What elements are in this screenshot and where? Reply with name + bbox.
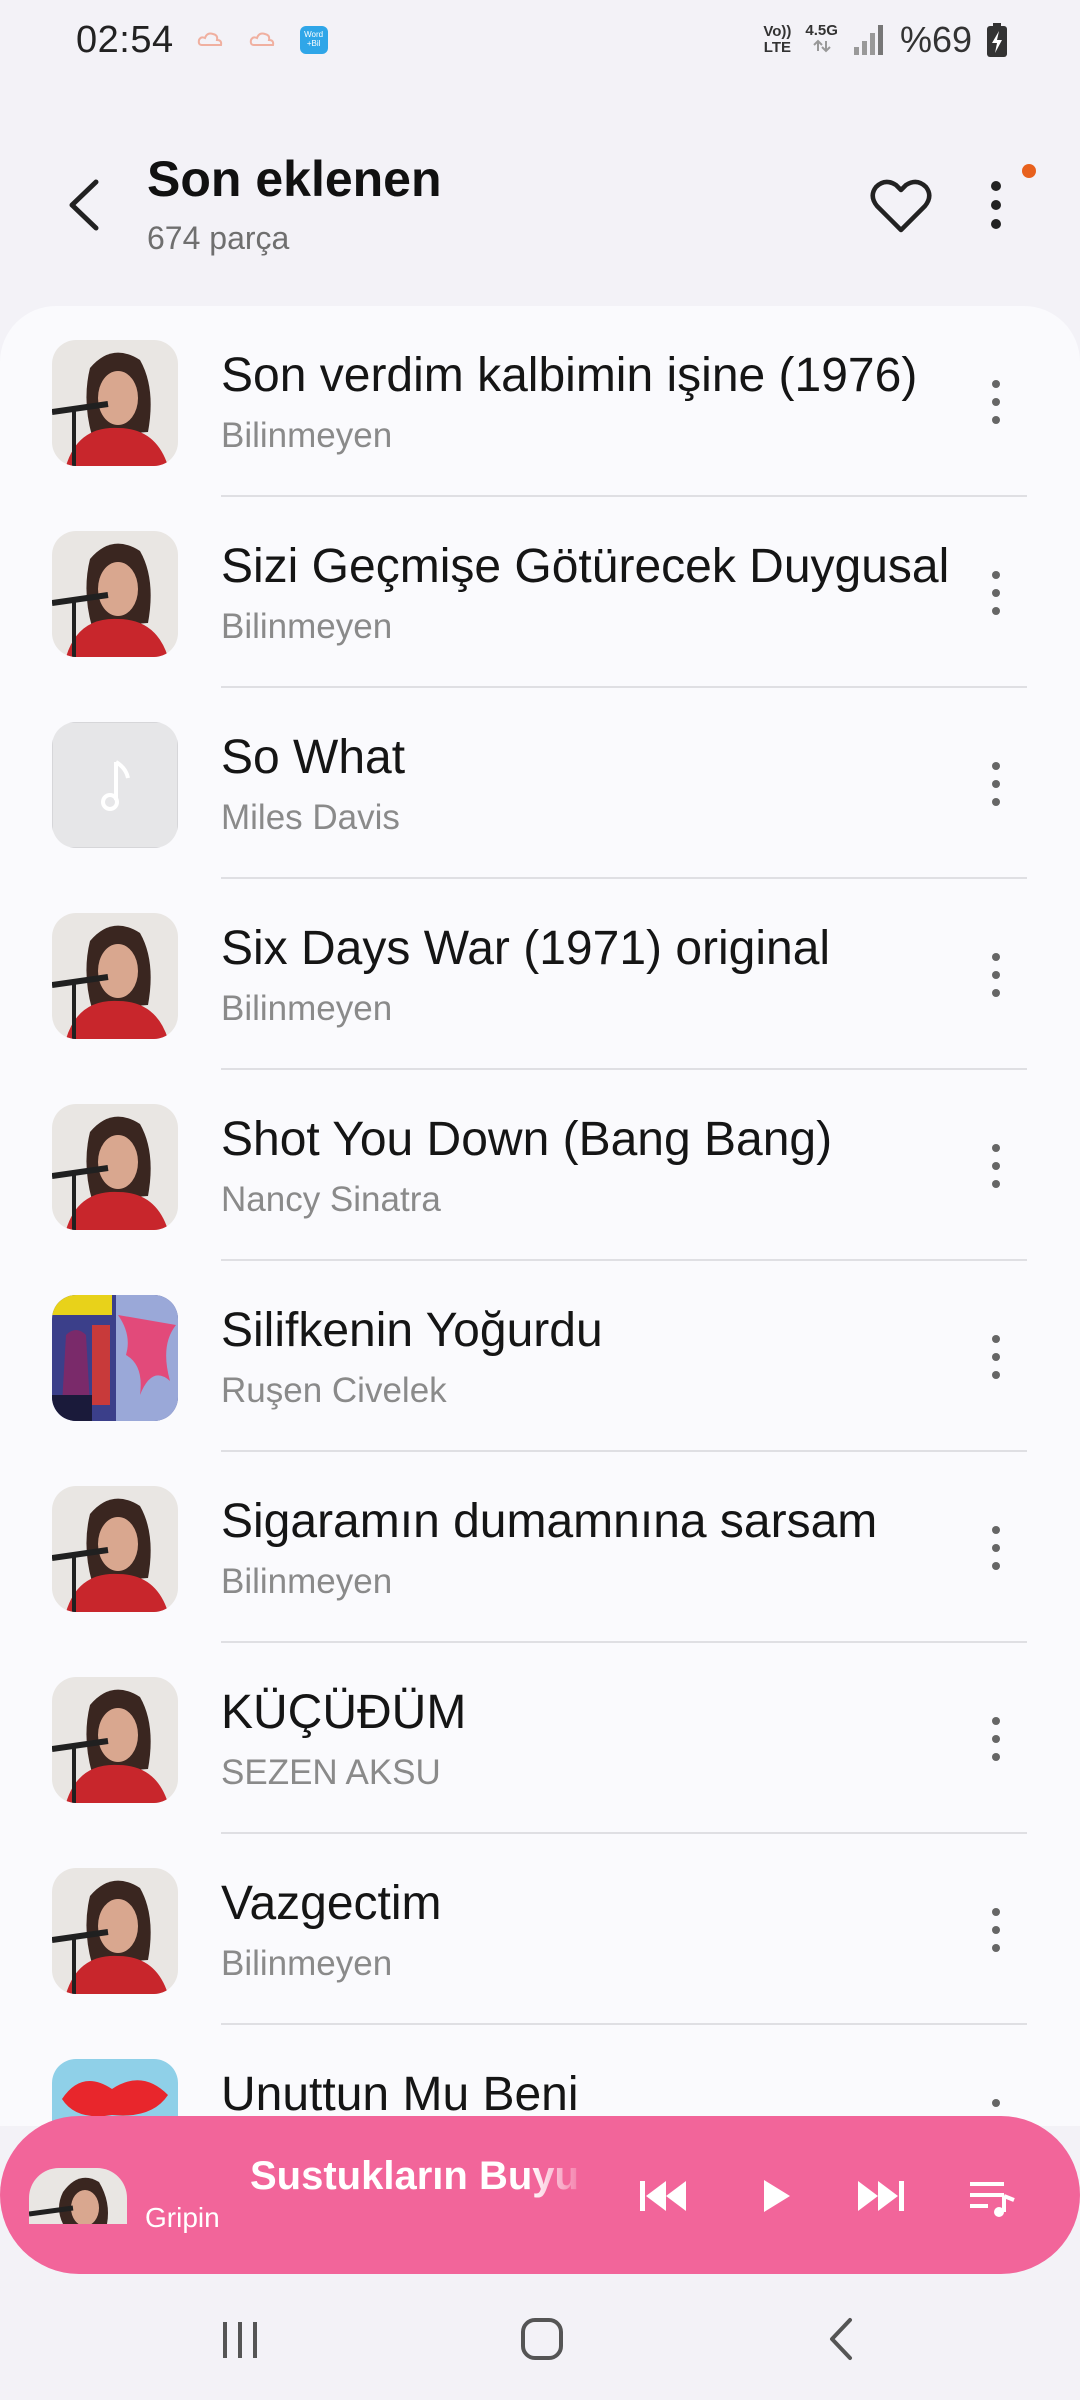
track-artist: Bilinmeyen (221, 1944, 393, 1983)
track-item[interactable]: Six Days War (1971) original Bilinmeyen (0, 879, 1080, 1070)
track-item[interactable]: Sizi Geçmişe Götürecek Duygusal Bilinmey… (0, 497, 1080, 688)
wordbit-label-1: Word (304, 30, 324, 39)
cloud-notification-icon (249, 32, 274, 46)
play-icon[interactable] (744, 2166, 804, 2226)
queue-icon[interactable] (962, 2166, 1022, 2226)
data-arrows-icon (812, 39, 831, 53)
track-item[interactable]: KÜÇÜĐÜM SEZEN AKSU (0, 1643, 1080, 1834)
track-item[interactable]: So What Miles Davis (0, 688, 1080, 879)
track-artist: Nancy Sinatra (221, 1180, 441, 1219)
vertical-dots-icon[interactable] (976, 1900, 1016, 1960)
vertical-dots-icon[interactable] (976, 563, 1016, 623)
previous-icon[interactable] (632, 2166, 692, 2226)
track-item[interactable]: Sigaramın dumamnına sarsam Bilinmeyen (0, 1452, 1080, 1643)
system-nav-bar (0, 2274, 1080, 2400)
track-item[interactable]: Silifkenin Yoğurdu Ruşen Civelek (0, 1261, 1080, 1452)
wordbit-label-2: +Bil (306, 39, 321, 48)
track-title: Shot You Down (Bang Bang) (221, 1113, 833, 1166)
album-art-portrait (52, 1677, 178, 1803)
track-title: Son verdim kalbimin işine (1976) (221, 349, 918, 402)
track-item[interactable]: Unuttun Mu Beni (0, 2025, 1080, 2126)
volte-line-2: LTE (763, 39, 791, 56)
album-art-portrait (52, 1868, 178, 1994)
track-title: So What (221, 731, 406, 784)
track-title: Sizi Geçmişe Götürecek Duygusal (221, 540, 950, 593)
track-artist: Bilinmeyen (221, 989, 393, 1028)
music-note-placeholder-icon (52, 722, 178, 848)
page-title: Son eklenen (147, 151, 442, 207)
vertical-dots-icon[interactable] (976, 170, 1016, 240)
vertical-dots-icon[interactable] (976, 1518, 1016, 1578)
title-fade (530, 2146, 590, 2206)
status-right: Vo)) LTE 4.5G %69 (763, 19, 1008, 61)
track-artist: SEZEN AKSU (221, 1753, 441, 1792)
vertical-dots-icon[interactable] (976, 754, 1016, 814)
vertical-dots-icon[interactable] (976, 1327, 1016, 1387)
signal-icon (853, 25, 883, 55)
vertical-dots-icon[interactable] (976, 1136, 1016, 1196)
track-title: Silifkenin Yoğurdu (221, 1304, 603, 1357)
album-art-portrait (52, 1104, 178, 1230)
track-title: Sigaramın dumamnına sarsam (221, 1495, 878, 1548)
vertical-dots-icon[interactable] (976, 372, 1016, 432)
recents-icon[interactable] (205, 2304, 275, 2374)
album-art-portrait (52, 340, 178, 466)
network-type: 4.5G (805, 22, 838, 39)
track-artist: Ruşen Civelek (221, 1371, 447, 1410)
volte-indicator: Vo)) LTE (763, 24, 791, 56)
status-bar: 02:54 Word +Bil Vo)) LTE 4.5G %69 (0, 0, 1080, 80)
notification-dot (1022, 164, 1036, 178)
track-artist: Bilinmeyen (221, 607, 393, 646)
track-artist: Miles Davis (221, 798, 400, 837)
track-item[interactable]: Vazgectim Bilinmeyen (0, 1834, 1080, 2025)
album-art-portrait (52, 1486, 178, 1612)
back-icon[interactable] (808, 2304, 878, 2374)
cloud-notification-icon (197, 32, 222, 46)
track-list: Son verdim kalbimin işine (1976) Bilinme… (0, 306, 1080, 2126)
vertical-dots-icon[interactable] (976, 945, 1016, 1005)
album-art-cover (52, 1295, 178, 1421)
vertical-dots-icon[interactable] (976, 1709, 1016, 1769)
track-item[interactable]: Son verdim kalbimin işine (1976) Bilinme… (0, 306, 1080, 497)
mini-player[interactable]: Sustukların Buyumuş Gripin (0, 2116, 1080, 2274)
now-playing-artist: Gripin (145, 2202, 220, 2233)
status-left: 02:54 Word +Bil (76, 19, 328, 62)
home-icon[interactable] (507, 2304, 577, 2374)
battery-percentage: %69 (899, 19, 972, 60)
track-artist: Bilinmeyen (221, 1562, 393, 1601)
next-icon[interactable] (852, 2166, 912, 2226)
battery-charging-icon (987, 23, 1007, 57)
album-art-portrait (52, 913, 178, 1039)
wordbit-app-icon: Word +Bil (299, 26, 328, 54)
track-artist: Bilinmeyen (221, 416, 393, 455)
status-time: 02:54 (76, 18, 174, 61)
network-indicator: 4.5G (805, 23, 838, 57)
album-art-portrait (52, 531, 178, 657)
heart-icon[interactable] (868, 176, 934, 236)
track-item[interactable]: Shot You Down (Bang Bang) Nancy Sinatra (0, 1070, 1080, 1261)
track-title: Vazgectim (221, 1877, 442, 1930)
track-count: 674 parça (147, 220, 290, 256)
volte-line-1: Vo)) (763, 23, 792, 40)
track-title: Six Days War (1971) original (221, 922, 831, 975)
track-title: Unuttun Mu Beni (221, 2068, 579, 2121)
app-header: Son eklenen 674 parça (0, 130, 1080, 270)
mini-player-album-art (29, 2168, 127, 2224)
track-title: KÜÇÜĐÜM (221, 1686, 467, 1739)
chevron-left-icon[interactable] (56, 170, 108, 240)
